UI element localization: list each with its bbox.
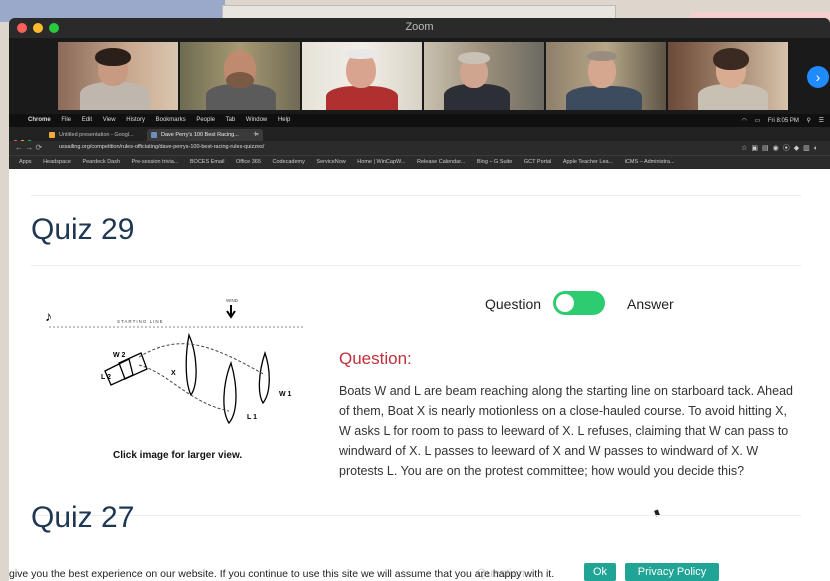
- toggle-question-label: Question: [485, 296, 542, 312]
- slides-favicon-icon: [49, 132, 55, 138]
- menubar-help[interactable]: Help: [278, 117, 290, 123]
- participant-video-tile[interactable]: [546, 42, 666, 110]
- question-heading: Question:: [339, 349, 412, 368]
- bookmark-item[interactable]: Headspace: [43, 159, 71, 165]
- menubar-bookmarks[interactable]: Bookmarks: [156, 117, 186, 123]
- bookmark-item[interactable]: Peardeck Dash: [82, 159, 120, 165]
- boat-icon: ♪: [45, 310, 52, 325]
- bookmark-item[interactable]: Codecademy: [272, 159, 304, 165]
- bookmark-item[interactable]: Apple Teacher Lea...: [563, 159, 613, 165]
- browser-tab[interactable]: Untitled presentation - Googl... ×: [45, 129, 159, 141]
- battery-icon[interactable]: ▭: [755, 118, 761, 124]
- web-page: Quiz 29 ♪ STARTING LINE WIND W 2 L 2 X W…: [9, 169, 830, 581]
- boat-w1: [258, 350, 270, 405]
- menubar-view[interactable]: View: [103, 117, 116, 123]
- privacy-policy-button[interactable]: Privacy Policy: [625, 563, 719, 581]
- label-x: X: [171, 370, 176, 377]
- next-page-arrow-icon[interactable]: ›: [807, 66, 829, 88]
- menubar-history[interactable]: History: [126, 117, 145, 123]
- participant-video-tile-active[interactable]: [180, 42, 300, 110]
- bookmark-item[interactable]: Home | WinCapW...: [357, 159, 405, 165]
- participant-video-tile[interactable]: [302, 42, 422, 110]
- browser-tab-label: Untitled presentation - Googl...: [59, 132, 134, 138]
- bookmark-item[interactable]: ServiceNow: [316, 159, 345, 165]
- zoom-titlebar: Zoom: [9, 18, 830, 38]
- quiz-diagram-image[interactable]: ♪ STARTING LINE WIND W 2 L 2 X W 1 L 1: [39, 293, 309, 433]
- starting-line-label: STARTING LINE: [117, 319, 164, 324]
- course-line-windward: [138, 343, 266, 376]
- video-gallery-strip: [58, 42, 788, 110]
- cookie-message: give you the best experience on our webs…: [9, 568, 555, 580]
- boat-l1: [223, 361, 237, 425]
- search-icon[interactable]: ⚲: [807, 118, 811, 124]
- browser-tab-strip: Untitled presentation - Googl... × Dave …: [9, 127, 830, 145]
- toggle-knob: [556, 294, 574, 312]
- bookmark-item[interactable]: Office 365: [236, 159, 261, 165]
- page-title: Quiz 29: [31, 213, 135, 246]
- bookmark-item[interactable]: BOCES Email: [190, 159, 225, 165]
- bookmark-item[interactable]: Release Calendar...: [417, 159, 465, 165]
- menu-list-icon[interactable]: ☰: [819, 118, 824, 124]
- label-w1: W 1: [279, 391, 292, 398]
- cookie-ok-button[interactable]: Ok: [584, 563, 616, 581]
- address-bar-row: ← → ⟳ ussailing.org/competition/rules-of…: [9, 141, 830, 155]
- toggle-answer-label: Answer: [627, 296, 674, 312]
- browser-tab-label: Dave Perry's 100 Best Racing...: [161, 132, 239, 138]
- bookmark-item[interactable]: Pre-session trivia...: [132, 159, 179, 165]
- question-answer-toggle[interactable]: [553, 291, 605, 315]
- menubar-file[interactable]: File: [61, 117, 71, 123]
- extension-icons[interactable]: ☆▣▤◉⦿◆▥◐: [741, 143, 822, 153]
- menubar-window[interactable]: Window: [246, 117, 267, 123]
- menubar-tab[interactable]: Tab: [226, 117, 236, 123]
- bookmarks-bar: Apps Headspace Peardeck Dash Pre-session…: [9, 155, 830, 169]
- wifi-icon[interactable]: ◠: [742, 118, 747, 124]
- bookmark-item[interactable]: iCMS – Administra...: [625, 159, 675, 165]
- next-quiz-title: Quiz 27: [31, 501, 135, 534]
- label-l1: L 1: [247, 414, 257, 421]
- menubar-app-name[interactable]: Chrome: [28, 117, 51, 123]
- question-text: Boats W and L are beam reaching along th…: [339, 384, 793, 478]
- browser-tab-active[interactable]: Dave Perry's 100 Best Racing... ×: [147, 129, 263, 141]
- label-l2: L 2: [101, 374, 111, 381]
- bookmark-item[interactable]: Apps: [19, 159, 32, 165]
- diagram-caption: Click image for larger view.: [113, 450, 243, 461]
- nav-arrows-icon[interactable]: ← → ⟳: [15, 143, 42, 152]
- bookmark-item[interactable]: Blog – G Suite: [477, 159, 512, 165]
- label-w2: W 2: [113, 352, 126, 359]
- cookie-banner: Question give you the best experience on…: [9, 563, 830, 581]
- course-line-leeward: [138, 364, 230, 412]
- url-field[interactable]: ussailing.org/competition/rules-officiat…: [59, 144, 264, 150]
- menubar-people[interactable]: People: [196, 117, 215, 123]
- divider: [31, 515, 801, 516]
- site-favicon-icon: [151, 132, 157, 138]
- participant-video-tile[interactable]: [58, 42, 178, 110]
- zoom-window-title: Zoom: [405, 21, 434, 33]
- participant-video-tile[interactable]: [668, 42, 788, 110]
- divider: [31, 265, 801, 266]
- divider: [31, 195, 801, 196]
- menubar-edit[interactable]: Edit: [82, 117, 92, 123]
- wind-arrow-icon: [226, 305, 236, 319]
- bookmark-item[interactable]: GCT Portal: [524, 159, 551, 165]
- menubar-clock[interactable]: Fri 8:05 PM: [768, 118, 799, 124]
- zoom-window: Zoom › Chrome File Edit View History Boo…: [9, 18, 830, 581]
- wind-label: WIND: [226, 298, 239, 303]
- mac-menubar: Chrome File Edit View History Bookmarks …: [9, 114, 830, 127]
- new-tab-icon[interactable]: +: [253, 129, 258, 139]
- participant-video-tile[interactable]: [424, 42, 544, 110]
